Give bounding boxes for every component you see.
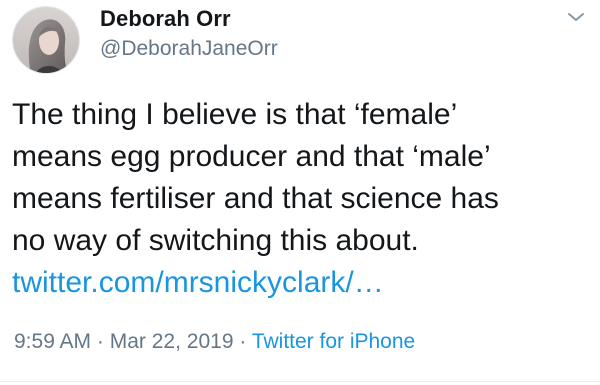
author-display-name[interactable]: Deborah Orr [100,6,231,32]
tweet-text-line: no way of switching this about. [12,224,419,257]
tweet-date[interactable]: Mar 22, 2019 [110,330,234,353]
tweet-source-link[interactable]: Twitter for iPhone [252,330,415,353]
meta-separator: · [96,330,104,353]
tweet-metadata: 9:59 AM · Mar 22, 2019 · Twitter for iPh… [14,330,415,354]
tweet-text-line: means fertiliser and that science has [12,182,499,215]
tweet-time: 9:59 AM [14,330,92,353]
tweet-text: The thing I believe is that ‘female’ mea… [12,94,592,304]
avatar-photo [13,7,79,73]
tweet-link[interactable]: twitter.com/mrsnickyclark/… [12,262,592,304]
divider [0,381,600,382]
tweet-card: Deborah Orr @DeborahJaneOrr The thing I … [0,0,600,385]
author-handle[interactable]: @DeborahJaneOrr [100,37,278,61]
tweet-text-line: The thing I believe is that ‘female’ [12,98,458,131]
avatar[interactable] [12,6,80,74]
meta-separator: · [239,330,247,353]
tweet-text-line: means egg producer and that ‘male’ [12,140,491,173]
chevron-down-icon[interactable] [565,8,587,26]
